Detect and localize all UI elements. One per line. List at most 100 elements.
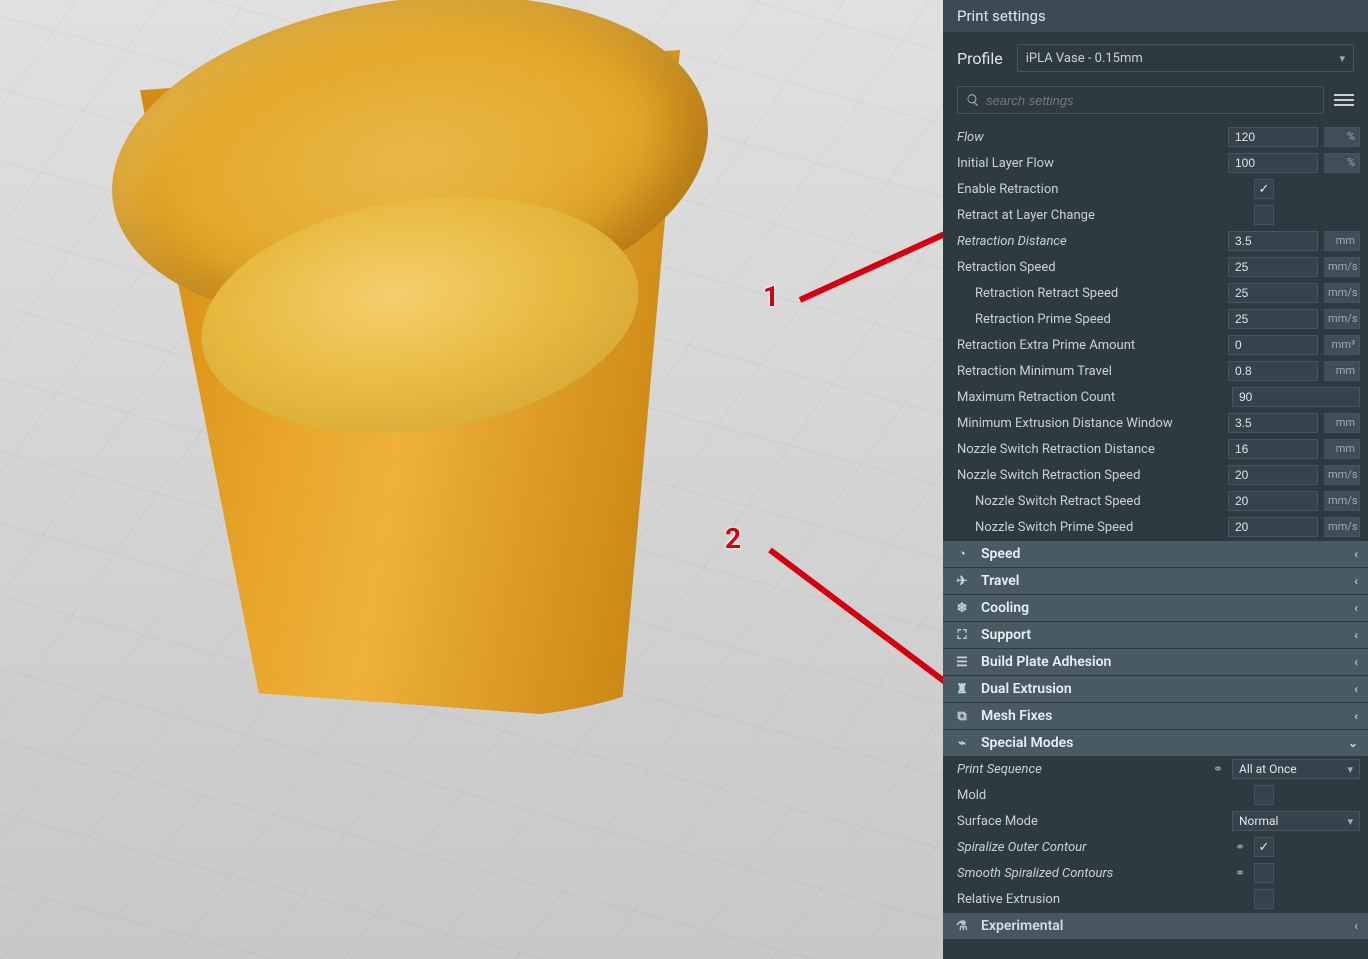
unit-label: mm/s [1324,309,1360,329]
setting-label: Enable Retraction [957,182,1248,197]
setting-label: Spiralize Outer Contour [957,840,1226,855]
category-label: Build Plate Adhesion [981,654,1111,670]
profile-label: Profile [957,49,1003,68]
setting-retraction-prime-speed: Retraction Prime Speed mm/s [943,306,1368,332]
setting-mold: Mold [943,782,1368,808]
setting-label: Maximum Retraction Count [957,390,1226,405]
category-label: Speed [981,546,1020,562]
chevron-down-icon: ⌄ [1348,736,1358,750]
chevron-left-icon: ‹ [1354,709,1358,723]
panel-title: Print settings [943,0,1368,32]
retract-at-layer-change-checkbox[interactable] [1254,205,1274,225]
search-input[interactable] [986,93,1315,108]
retraction-distance-input[interactable] [1228,231,1318,251]
setting-smooth-spiralized-contours: Smooth Spiralized Contours ⚭ [943,860,1368,886]
chevron-left-icon: ‹ [1354,628,1358,642]
category-mesh-fixes[interactable]: ⧉ Mesh Fixes ‹ [943,702,1368,729]
retraction-speed-input[interactable] [1228,257,1318,277]
category-cooling[interactable]: ❄ Cooling ‹ [943,594,1368,621]
unit-label: mm [1324,413,1360,433]
mesh-fixes-icon: ⧉ [953,709,971,724]
viewport-3d[interactable]: 1 2 [0,0,943,959]
nozzle-switch-retraction-distance-input[interactable] [1228,439,1318,459]
setting-label: Initial Layer Flow [957,156,1222,171]
spiralize-checkbox[interactable]: ✓ [1254,837,1274,857]
chevron-left-icon: ‹ [1354,547,1358,561]
link-icon[interactable]: ⚭ [1232,866,1248,880]
enable-retraction-checkbox[interactable]: ✓ [1254,179,1274,199]
setting-retraction-distance: Retraction Distance mm [943,228,1368,254]
setting-retraction-retract-speed: Retraction Retract Speed mm/s [943,280,1368,306]
unit-label: mm/s [1324,491,1360,511]
setting-label: Nozzle Switch Retraction Speed [957,468,1222,483]
setting-label: Minimum Extrusion Distance Window [957,416,1222,431]
retraction-retract-speed-input[interactable] [1228,283,1318,303]
unit-label: mm [1324,231,1360,251]
setting-label: Smooth Spiralized Contours [957,866,1226,881]
select-value: Normal [1239,814,1278,828]
smooth-spiralized-checkbox[interactable] [1254,863,1274,883]
settings-list[interactable]: Flow % Initial Layer Flow % Enable Retra… [943,120,1368,959]
retraction-extra-prime-input[interactable] [1228,335,1318,355]
setting-max-retraction-count: Maximum Retraction Count [943,384,1368,410]
adhesion-icon: ☰ [953,655,971,670]
unit-label: mm/s [1324,517,1360,537]
link-icon[interactable]: ⚭ [1232,840,1248,854]
surface-mode-select[interactable]: Normal ▾ [1232,811,1360,831]
relative-extrusion-checkbox[interactable] [1254,889,1274,909]
search-input-wrap[interactable] [957,86,1324,114]
travel-icon: ✈ [953,574,971,589]
unit-label: % [1324,127,1360,147]
category-special-modes[interactable]: ⌁ Special Modes ⌄ [943,729,1368,756]
chevron-down-icon: ▾ [1339,52,1345,65]
link-icon[interactable]: ⚭ [1210,762,1226,776]
setting-nozzle-switch-prime-speed: Nozzle Switch Prime Speed mm/s [943,514,1368,540]
setting-label: Retraction Distance [957,234,1222,249]
profile-row: Profile iPLA Vase - 0.15mm ▾ [943,32,1368,86]
flow-input[interactable] [1228,127,1318,147]
category-label: Experimental [981,918,1063,934]
category-travel[interactable]: ✈ Travel ‹ [943,567,1368,594]
max-retraction-count-input[interactable] [1232,387,1360,407]
category-support[interactable]: ⛶ Support ‹ [943,621,1368,648]
setting-surface-mode: Surface Mode Normal ▾ [943,808,1368,834]
unit-label: mm/s [1324,283,1360,303]
profile-select[interactable]: iPLA Vase - 0.15mm ▾ [1017,44,1354,72]
nozzle-switch-retract-speed-input[interactable] [1228,491,1318,511]
experimental-icon: ⚗ [953,919,971,934]
setting-retraction-speed: Retraction Speed mm/s [943,254,1368,280]
category-label: Special Modes [981,735,1073,751]
setting-retraction-min-travel: Retraction Minimum Travel mm [943,358,1368,384]
nozzle-switch-prime-speed-input[interactable] [1228,517,1318,537]
setting-label: Retraction Prime Speed [957,312,1222,327]
chevron-left-icon: ‹ [1354,601,1358,615]
mold-checkbox[interactable] [1254,785,1274,805]
unit-label: % [1324,153,1360,173]
setting-label: Surface Mode [957,814,1226,829]
unit-label: mm [1324,361,1360,381]
setting-flow: Flow % [943,124,1368,150]
category-speed[interactable]: ◔ Speed ‹ [943,540,1368,567]
setting-label: Retraction Speed [957,260,1222,275]
setting-label: Retraction Retract Speed [957,286,1222,301]
setting-nozzle-switch-retract-speed: Nozzle Switch Retract Speed mm/s [943,488,1368,514]
print-sequence-select[interactable]: All at Once ▾ [1232,759,1360,779]
category-build-plate-adhesion[interactable]: ☰ Build Plate Adhesion ‹ [943,648,1368,675]
setting-label: Retract at Layer Change [957,208,1248,223]
initial-layer-flow-input[interactable] [1228,153,1318,173]
category-dual-extrusion[interactable]: ♜ Dual Extrusion ‹ [943,675,1368,702]
category-experimental[interactable]: ⚗ Experimental ‹ [943,912,1368,939]
nozzle-switch-retraction-speed-input[interactable] [1228,465,1318,485]
chevron-left-icon: ‹ [1354,574,1358,588]
retraction-min-travel-input[interactable] [1228,361,1318,381]
setting-print-sequence: Print Sequence ⚭ All at Once ▾ [943,756,1368,782]
settings-menu-button[interactable] [1334,90,1354,110]
model-preview[interactable] [70,0,690,730]
unit-label: mm/s [1324,465,1360,485]
setting-min-extrusion-window: Minimum Extrusion Distance Window mm [943,410,1368,436]
min-extrusion-window-input[interactable] [1228,413,1318,433]
retraction-prime-speed-input[interactable] [1228,309,1318,329]
chevron-down-icon: ▾ [1347,815,1353,828]
setting-label: Retraction Minimum Travel [957,364,1222,379]
setting-label: Print Sequence [957,762,1204,777]
